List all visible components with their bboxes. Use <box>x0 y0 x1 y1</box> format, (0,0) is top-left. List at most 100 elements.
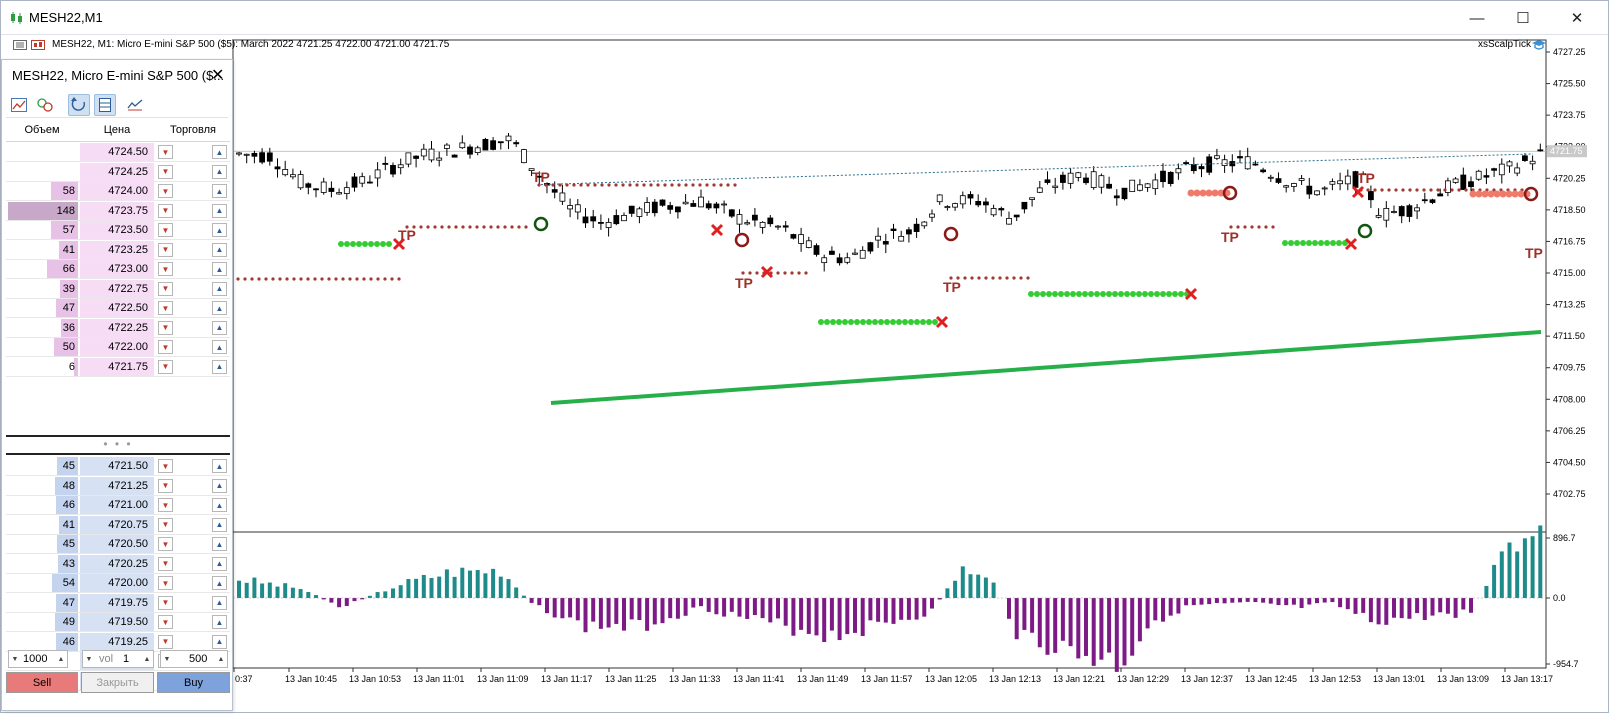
sell-limit-icon[interactable]: ▼ <box>158 537 173 551</box>
sell-limit-icon[interactable]: ▼ <box>158 478 173 493</box>
price-cell[interactable]: 4721.50 <box>80 457 154 475</box>
buy-limit-icon[interactable]: ▲ <box>212 556 227 571</box>
sell-limit-icon[interactable]: ▼ <box>158 498 173 512</box>
ask-row[interactable]: 66 4723.00 ▼ ▲ <box>6 260 230 279</box>
sell-limit-icon[interactable]: ▼ <box>158 184 173 198</box>
price-cell[interactable]: 4722.50 <box>80 299 154 317</box>
ask-row[interactable]: 47 4722.50 ▼ ▲ <box>6 299 230 318</box>
sell-limit-icon[interactable]: ▼ <box>158 203 173 218</box>
decrease-icon[interactable]: ▼ <box>9 651 21 667</box>
buy-limit-icon[interactable]: ▲ <box>212 537 227 551</box>
buy-limit-icon[interactable]: ▲ <box>212 164 227 179</box>
price-cell[interactable]: 4721.75 <box>80 357 154 376</box>
price-cell[interactable]: 4724.25 <box>80 162 154 181</box>
trade-cell[interactable]: ▼▲ <box>156 555 230 573</box>
trade-cell[interactable]: ▼▲ <box>156 260 230 278</box>
ask-row[interactable]: 6 4721.75 ▼ ▲ <box>6 357 230 377</box>
trade-cell[interactable]: ▼▲ <box>156 496 230 514</box>
price-cell[interactable]: 4722.25 <box>80 318 154 337</box>
price-cell[interactable]: 4721.00 <box>80 496 154 514</box>
settings-icon[interactable] <box>124 94 146 116</box>
buy-limit-icon[interactable]: ▲ <box>212 478 227 493</box>
chart-icon[interactable] <box>8 94 30 116</box>
buy-limit-icon[interactable]: ▲ <box>212 498 227 512</box>
decrease-icon[interactable]: ▼ <box>83 651 95 667</box>
sell-limit-icon[interactable]: ▼ <box>158 517 173 532</box>
trade-cell[interactable]: ▼▲ <box>156 319 230 337</box>
buy-limit-icon[interactable]: ▲ <box>212 184 227 198</box>
ask-row[interactable]: 58 4724.00 ▼ ▲ <box>6 182 230 201</box>
trade-cell[interactable]: ▼▲ <box>156 221 230 239</box>
trade-cell[interactable]: ▼▲ <box>156 358 230 376</box>
price-cell[interactable]: 4720.00 <box>80 574 154 592</box>
dom-close-icon[interactable]: ✕ <box>211 65 224 85</box>
sell-limit-icon[interactable]: ▼ <box>158 164 173 179</box>
trade-cell[interactable]: ▼▲ <box>156 163 230 181</box>
sell-limit-icon[interactable]: ▼ <box>158 459 173 473</box>
sell-limit-icon[interactable]: ▼ <box>158 320 173 335</box>
ask-row[interactable]: 57 4723.50 ▼ ▲ <box>6 221 230 240</box>
price-cell[interactable]: 4722.00 <box>80 338 154 356</box>
close-position-button[interactable]: Закрыть <box>81 672 154 693</box>
price-cell[interactable]: 4722.75 <box>80 279 154 298</box>
trade-cell[interactable]: ▼▲ <box>156 574 230 592</box>
bid-row[interactable]: 48 4721.25 ▼ ▲ <box>6 476 230 496</box>
sell-limit-icon[interactable]: ▼ <box>158 615 173 629</box>
bid-row[interactable]: 45 4720.50 ▼ ▲ <box>6 535 230 554</box>
ask-row[interactable]: 148 4723.75 ▼ ▲ <box>6 201 230 221</box>
trade-cell[interactable]: ▼▲ <box>156 143 230 161</box>
trade-cell[interactable]: ▼▲ <box>156 457 230 475</box>
buy-limit-icon[interactable]: ▲ <box>212 595 227 610</box>
price-cell[interactable]: 4723.75 <box>80 201 154 220</box>
sell-limit-icon[interactable]: ▼ <box>158 301 173 315</box>
price-cell[interactable]: 4720.25 <box>80 554 154 573</box>
buy-limit-icon[interactable]: ▲ <box>212 576 227 590</box>
trade-cell[interactable]: ▼▲ <box>156 182 230 200</box>
buy-limit-icon[interactable]: ▲ <box>212 615 227 629</box>
buy-limit-icon[interactable]: ▲ <box>212 145 227 159</box>
sell-button[interactable]: Sell <box>6 672 78 693</box>
sell-limit-icon[interactable]: ▼ <box>158 556 173 571</box>
title-bar[interactable]: MESH22,M1 — ☐ ✕ <box>1 1 1608 35</box>
depth-stepper[interactable]: ▼ 500 ▲ <box>160 650 228 668</box>
clock-icon[interactable] <box>34 94 56 116</box>
trade-cell[interactable]: ▼▲ <box>156 516 230 534</box>
ask-row[interactable]: 39 4722.75 ▼ ▲ <box>6 279 230 299</box>
bid-row[interactable]: 41 4720.75 ▼ ▲ <box>6 515 230 535</box>
trade-cell[interactable]: ▼▲ <box>156 241 230 259</box>
chart-area[interactable]: 4727.25 4725.50 4723.75 4722.00 4720.25 4718.… <box>1 35 1609 714</box>
buy-limit-icon[interactable]: ▲ <box>212 223 227 237</box>
increase-icon[interactable]: ▲ <box>215 651 227 667</box>
buy-limit-icon[interactable]: ▲ <box>212 320 227 335</box>
price-cell[interactable]: 4723.00 <box>80 260 154 278</box>
buy-button[interactable]: Buy <box>157 672 230 693</box>
trade-cell[interactable]: ▼▲ <box>156 280 230 298</box>
buy-limit-icon[interactable]: ▲ <box>212 459 227 473</box>
buy-limit-icon[interactable]: ▲ <box>212 262 227 276</box>
chart-menu-icon[interactable] <box>13 39 47 51</box>
price-cell[interactable]: 4723.25 <box>80 240 154 259</box>
buy-limit-icon[interactable]: ▲ <box>212 634 227 649</box>
sell-limit-icon[interactable]: ▼ <box>158 223 173 237</box>
price-cell[interactable]: 4721.25 <box>80 476 154 495</box>
trade-cell[interactable]: ▼▲ <box>156 613 230 631</box>
ask-row[interactable]: 4724.50 ▼ ▲ <box>6 143 230 162</box>
sell-limit-icon[interactable]: ▼ <box>158 242 173 257</box>
sell-limit-icon[interactable]: ▼ <box>158 281 173 296</box>
price-cell[interactable]: 4724.50 <box>80 143 154 161</box>
sell-limit-icon[interactable]: ▼ <box>158 595 173 610</box>
chart-canvas[interactable]: 4727.25 4725.50 4723.75 4722.00 4720.25 4718.… <box>1 35 1609 714</box>
buy-limit-icon[interactable]: ▲ <box>212 359 227 374</box>
sell-limit-icon[interactable]: ▼ <box>158 262 173 276</box>
buy-limit-icon[interactable]: ▲ <box>212 281 227 296</box>
buy-limit-icon[interactable]: ▲ <box>212 301 227 315</box>
price-cell[interactable]: 4719.50 <box>80 613 154 631</box>
spread-separator[interactable]: • • • <box>6 435 230 455</box>
price-cell[interactable]: 4719.75 <box>80 593 154 612</box>
bid-row[interactable]: 49 4719.50 ▼ ▲ <box>6 613 230 632</box>
minimize-button[interactable]: — <box>1455 1 1499 35</box>
ask-row[interactable]: 36 4722.25 ▼ ▲ <box>6 318 230 338</box>
graduation-cap-icon[interactable] <box>1531 39 1547 51</box>
trade-cell[interactable]: ▼▲ <box>156 477 230 495</box>
price-cell[interactable]: 4720.50 <box>80 535 154 553</box>
